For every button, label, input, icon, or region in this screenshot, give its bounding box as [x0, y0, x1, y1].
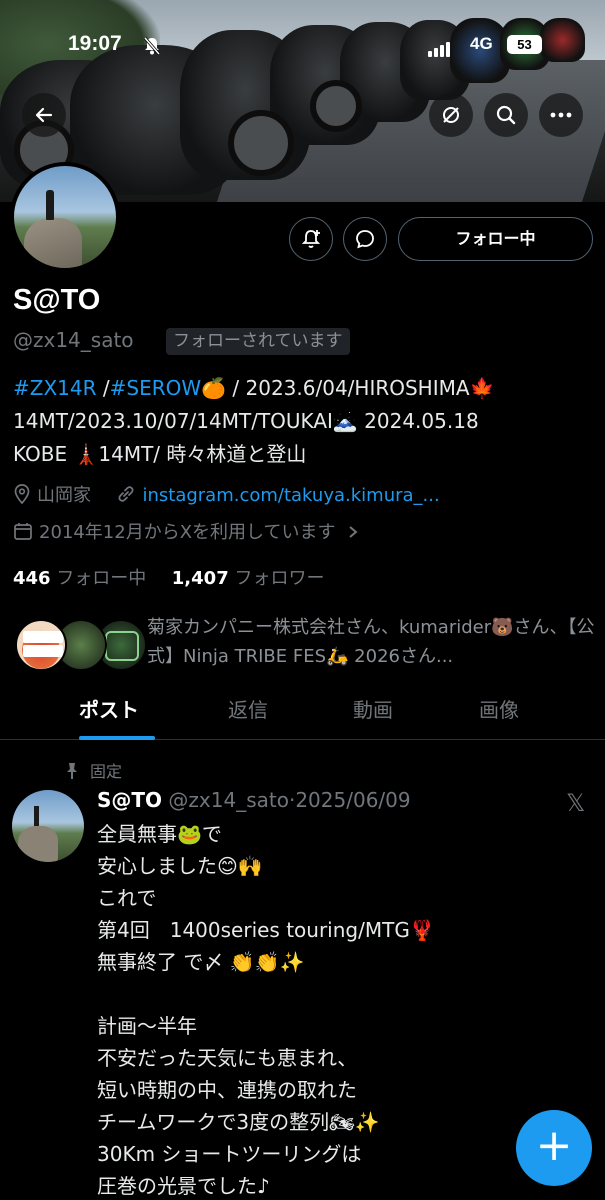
avatar-person: [46, 190, 54, 220]
bio-text: 🍊 / 2023.6/04/HIROSHIMA🍁: [201, 376, 495, 400]
link-icon: [118, 486, 134, 502]
chat-bubble-icon: [356, 230, 374, 249]
status-bar: 19:07 4G 53: [0, 28, 605, 62]
banner-wheel: [310, 80, 362, 132]
avatar-person: [34, 806, 39, 826]
profile-joined[interactable]: 2014年12月からXを利用しています: [13, 518, 359, 544]
follow-counts: 446 フォロー中 1,407 フォロワー: [13, 564, 324, 590]
sync-disabled-button[interactable]: [429, 93, 473, 137]
profile-tabs: ポスト 返信 動画 画像: [0, 684, 605, 740]
active-tab-indicator: [79, 736, 155, 740]
followers-link[interactable]: 1,407 フォロワー: [172, 568, 325, 589]
notification-button[interactable]: [289, 217, 333, 261]
status-time: 19:07: [68, 32, 122, 55]
hashtag-link[interactable]: #ZX14R: [13, 376, 97, 400]
mutual-followers-text: 菊家カンパニー株式会社さん、kumarider🐻さん、【公式】Ninja TRI…: [147, 617, 595, 667]
hashtag-link[interactable]: #SEROW: [110, 376, 202, 400]
profile-meta: 山岡家 instagram.com/takuya.kimura_...: [13, 481, 440, 507]
avatar-rock: [24, 218, 82, 268]
followers-count: 1,407: [171, 568, 229, 589]
pinned-indicator: 固定: [64, 758, 122, 782]
banner-wheel: [228, 110, 294, 176]
location-pin-icon: [14, 484, 30, 504]
battery-indicator: 53: [507, 35, 542, 54]
more-icon: [550, 112, 572, 118]
tab-videos[interactable]: 動画: [353, 694, 393, 723]
followers-label: フォロワー: [234, 568, 325, 589]
chevron-right-icon: [349, 526, 358, 538]
profile-avatar[interactable]: [10, 162, 120, 272]
post-author-handle[interactable]: @zx14_sato: [168, 788, 289, 812]
post-header: S@TO @zx14_sato·2025/06/09: [97, 788, 411, 812]
mutual-avatar: [15, 619, 67, 671]
bio-text: KOBE 🗼14MT/ 時々林道と登山: [13, 442, 307, 466]
bell-plus-icon: [301, 230, 321, 248]
profile-bio: #ZX14R /#SEROW🍊 / 2023.6/04/HIROSHIMA🍁 1…: [13, 372, 598, 471]
following-count: 446: [13, 568, 51, 589]
following-link[interactable]: 446 フォロー中: [13, 568, 146, 589]
following-button[interactable]: フォロー中: [398, 217, 593, 261]
follows-you-badge: フォローされています: [166, 328, 350, 355]
bio-separator: /: [96, 376, 110, 400]
post-date[interactable]: 2025/06/09: [295, 788, 410, 812]
mutual-followers[interactable]: 菊家カンパニー株式会社さん、kumarider🐻さん、【公式】Ninja TRI…: [13, 613, 598, 673]
pin-icon: [67, 763, 77, 779]
bell-slash-icon: [143, 37, 161, 55]
avatar-rock: [18, 826, 58, 862]
joined-date: 2014年12月からXを利用しています: [39, 522, 336, 543]
post-author-avatar[interactable]: [12, 790, 84, 862]
profile-handle: @zx14_sato: [13, 328, 134, 352]
search-button[interactable]: [484, 93, 528, 137]
back-button[interactable]: [22, 93, 66, 137]
bio-text: 14MT/2023.10/07/14MT/TOUKAI🗻 2024.05.18: [13, 409, 479, 433]
search-icon: [496, 105, 516, 125]
following-label: フォロー中: [56, 568, 147, 589]
profile-website-link[interactable]: instagram.com/takuya.kimura_...: [142, 485, 439, 506]
compose-button[interactable]: +: [516, 1110, 592, 1186]
calendar-icon: [14, 523, 32, 540]
post-author-name[interactable]: S@TO: [97, 788, 162, 812]
message-button[interactable]: [343, 217, 387, 261]
tab-images[interactable]: 画像: [479, 694, 519, 723]
tab-replies[interactable]: 返信: [228, 694, 268, 723]
tab-posts[interactable]: ポスト: [79, 694, 139, 723]
more-button[interactable]: [539, 93, 583, 137]
signal-icon: [428, 38, 452, 57]
network-type: 4G: [470, 34, 493, 53]
pinned-label: 固定: [90, 762, 123, 781]
profile-name: S@TO: [13, 284, 101, 316]
back-arrow-icon: [35, 107, 53, 123]
sync-disabled-icon: [443, 107, 459, 123]
profile-location: 山岡家: [37, 485, 91, 506]
x-logo-icon: 𝕏: [566, 789, 586, 817]
